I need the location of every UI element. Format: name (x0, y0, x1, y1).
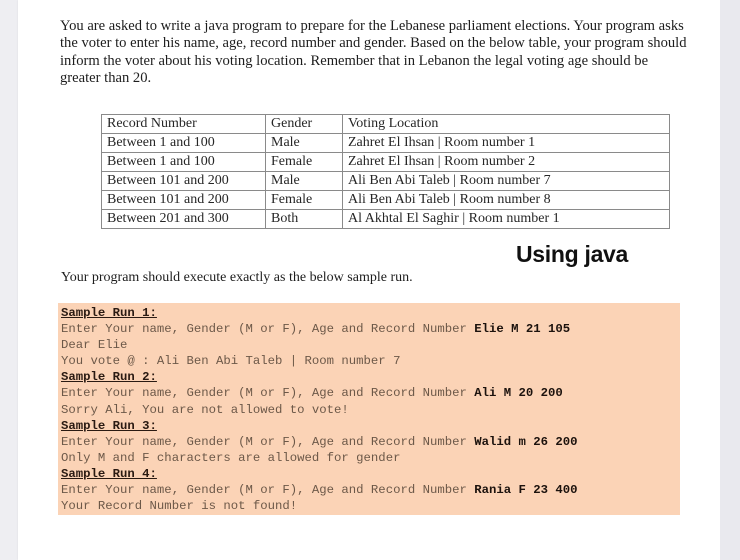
prompt-text: Enter Your name, Gender (M or F), Age an… (61, 322, 475, 337)
cell-record-number: Between 101 and 200 (101, 190, 266, 210)
prompt-text: Enter Your name, Gender (M or F), Age an… (61, 386, 475, 401)
cell-gender: Both (265, 209, 343, 229)
cell-voting-location: Zahret El Ihsan | Room number 1 (342, 133, 670, 153)
sample-run-output: Dear Elie (61, 338, 128, 353)
cell-gender: Male (265, 171, 343, 191)
cell-gender: Female (265, 190, 343, 210)
cell-record-number: Between 1 and 100 (101, 133, 266, 153)
table-row: Between 1 and 100 Male Zahret El Ihsan |… (101, 133, 670, 153)
user-input: Rania F 23 400 (474, 483, 578, 498)
voting-location-table: Record Number Gender Voting Location Bet… (101, 114, 670, 229)
sample-run-prompt-line: Enter Your name, Gender (M or F), Age an… (61, 482, 680, 498)
header-gender: Gender (265, 114, 343, 134)
table-header-row: Record Number Gender Voting Location (101, 114, 670, 134)
table-row: Between 201 and 300 Both Al Akhtal El Sa… (101, 209, 670, 229)
using-java-annotation: Using java (516, 241, 629, 267)
cell-record-number: Between 101 and 200 (101, 171, 266, 191)
user-input: Elie M 21 105 (474, 322, 571, 337)
sample-run-output: Sorry Ali, You are not allowed to vote! (61, 402, 349, 417)
cell-voting-location: Al Akhtal El Saghir | Room number 1 (342, 209, 670, 229)
header-record-number: Record Number (101, 114, 266, 134)
sample-run-prompt-line: Enter Your name, Gender (M or F), Age an… (61, 434, 680, 450)
cell-voting-location: Ali Ben Abi Taleb | Room number 7 (342, 171, 670, 191)
cell-gender: Male (265, 133, 343, 153)
prompt-text: Enter Your name, Gender (M or F), Age an… (61, 434, 475, 449)
cell-voting-location: Ali Ben Abi Taleb | Room number 8 (342, 190, 670, 210)
intro-paragraph: You are asked to write a java program to… (60, 18, 687, 87)
sample-run-prompt-line: Enter Your name, Gender (M or F), Age an… (61, 385, 680, 401)
sample-run-title: Sample Run 1: (61, 306, 157, 320)
cell-gender: Female (265, 152, 343, 172)
sample-run-title: Sample Run 2: (61, 370, 157, 385)
table-row: Between 101 and 200 Male Ali Ben Abi Tal… (101, 171, 670, 191)
sample-run-title: Sample Run 3: (61, 418, 157, 433)
table-row: Between 101 and 200 Female Ali Ben Abi T… (101, 190, 670, 210)
cell-record-number: Between 1 and 100 (101, 152, 266, 172)
cell-voting-location: Zahret El Ihsan | Room number 2 (342, 152, 670, 172)
sample-run-output: You vote @ : Ali Ben Abi Taleb | Room nu… (61, 354, 401, 369)
sample-runs-block: Sample Run 1: Enter Your name, Gender (M… (58, 303, 680, 515)
user-input: Ali M 20 200 (474, 386, 563, 401)
table-row: Between 1 and 100 Female Zahret El Ihsan… (101, 152, 670, 172)
sample-run-output: Only M and F characters are allowed for … (61, 450, 401, 465)
document-page: You are asked to write a java program to… (18, 0, 720, 560)
scrollbar[interactable] (720, 0, 740, 560)
sample-run-title: Sample Run 4: (61, 466, 157, 481)
header-voting-location: Voting Location (342, 114, 670, 134)
sample-run-output: Your Record Number is not found! (61, 499, 298, 514)
instruction-text: Your program should execute exactly as t… (61, 270, 413, 285)
sample-run-prompt-line: Enter Your name, Gender (M or F), Age an… (61, 321, 680, 337)
user-input: Walid m 26 200 (474, 434, 578, 449)
cell-record-number: Between 201 and 300 (101, 209, 266, 229)
prompt-text: Enter Your name, Gender (M or F), Age an… (61, 483, 475, 498)
